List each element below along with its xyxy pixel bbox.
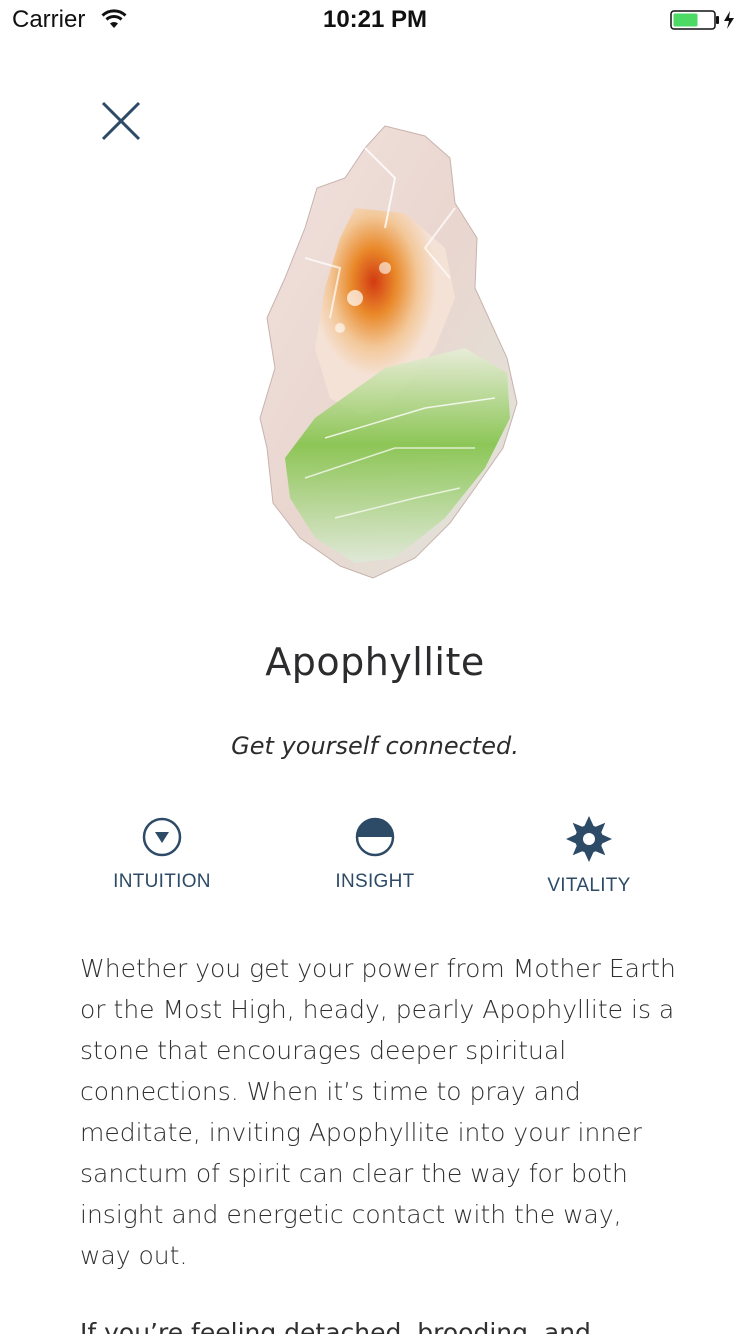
half-filled-circle-icon	[355, 817, 395, 857]
attribute-intuition[interactable]: INTUITION	[62, 815, 262, 893]
attribute-vitality[interactable]: VITALITY	[489, 815, 689, 897]
attribute-insight[interactable]: INSIGHT	[275, 815, 475, 893]
status-bar: Carrier 10:21 PM	[0, 0, 750, 40]
stone-image	[245, 118, 525, 588]
attribute-label: INTUITION	[113, 871, 211, 892]
stone-detail-screen: Carrier 10:21 PM Apophyllite Get yoursel…	[0, 0, 750, 1334]
close-icon	[101, 101, 141, 141]
sun-gear-icon	[566, 816, 612, 862]
stone-tagline: Get yourself connected.	[231, 732, 519, 760]
circle-triangle-down-icon	[142, 817, 182, 857]
battery-charging-icon	[670, 10, 738, 35]
stone-description-continued: If you’re feeling detached, brooding, an…	[80, 1318, 591, 1334]
attribute-label: INSIGHT	[335, 871, 415, 892]
status-time: 10:21 PM	[322, 6, 428, 33]
close-button[interactable]	[96, 96, 146, 146]
stone-description: Whether you get your power from Mother E…	[80, 954, 676, 1270]
stone-name: Apophyllite	[265, 640, 485, 684]
attribute-label: VITALITY	[547, 875, 631, 896]
